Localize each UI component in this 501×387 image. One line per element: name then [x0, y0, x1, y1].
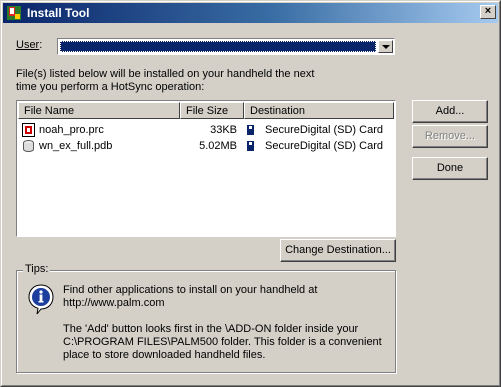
- tips-line: C:\PROGRAM FILES\PALM500 folder. This fo…: [63, 336, 382, 348]
- file-name: wn_ex_full.pdb: [39, 140, 113, 152]
- sd-card-icon: [247, 125, 254, 135]
- remove-button[interactable]: Remove...: [412, 125, 488, 148]
- user-label-text: User: [16, 39, 40, 51]
- sd-card-icon: [247, 141, 254, 151]
- column-header-destination[interactable]: Destination: [244, 102, 394, 119]
- user-label-colon: :: [39, 39, 43, 51]
- user-dropdown-selection: [60, 41, 376, 52]
- install-description-line-2: time you perform a HotSync operation:: [16, 81, 205, 93]
- done-button[interactable]: Done: [412, 157, 488, 180]
- file-list[interactable]: File Name File Size Destination noah_pro…: [16, 100, 396, 237]
- tips-title: Tips:: [23, 263, 51, 275]
- file-destination: SecureDigital (SD) Card: [265, 124, 383, 136]
- info-icon: [28, 284, 54, 315]
- tips-line: Find other applications to install on yo…: [63, 284, 318, 296]
- file-size: 33KB: [210, 124, 237, 136]
- close-button[interactable]: ×: [480, 5, 496, 19]
- user-label: User:: [16, 39, 42, 51]
- user-dropdown[interactable]: [57, 38, 395, 55]
- close-icon: ×: [484, 5, 492, 17]
- add-button[interactable]: Add...: [412, 100, 488, 123]
- file-size: 5.02MB: [199, 140, 237, 152]
- tips-line: place to store downloaded handheld files…: [63, 349, 266, 361]
- column-header-file-size[interactable]: File Size: [180, 102, 244, 119]
- change-destination-button[interactable]: Change Destination...: [280, 239, 396, 262]
- column-header-file-name[interactable]: File Name: [18, 102, 180, 119]
- table-row[interactable]: wn_ex_full.pdb 5.02MB SecureDigital (SD)…: [18, 138, 394, 154]
- install-description-line-1: File(s) listed below will be installed o…: [16, 68, 315, 80]
- tips-text: Find other applications to install on yo…: [63, 284, 382, 362]
- install-tool-app-icon: [7, 6, 21, 20]
- title-bar[interactable]: Install Tool ×: [3, 3, 498, 23]
- file-destination: SecureDigital (SD) Card: [265, 140, 383, 152]
- prc-file-icon: [22, 123, 35, 137]
- file-list-header: File Name File Size Destination: [18, 102, 394, 119]
- window-title: Install Tool: [27, 6, 90, 20]
- pdb-file-icon: [23, 140, 34, 152]
- table-row[interactable]: noah_pro.prc 33KB SecureDigital (SD) Car…: [18, 122, 394, 138]
- install-description: File(s) listed below will be installed o…: [16, 68, 314, 94]
- tips-spacer: [63, 310, 382, 323]
- install-tool-window: Install Tool × User: File(s) listed belo…: [0, 0, 501, 387]
- file-name: noah_pro.prc: [39, 124, 104, 136]
- chevron-down-icon[interactable]: [378, 40, 393, 53]
- tips-line: The 'Add' button looks first in the \ADD…: [63, 323, 359, 335]
- tips-line: http://www.palm.com: [63, 297, 165, 309]
